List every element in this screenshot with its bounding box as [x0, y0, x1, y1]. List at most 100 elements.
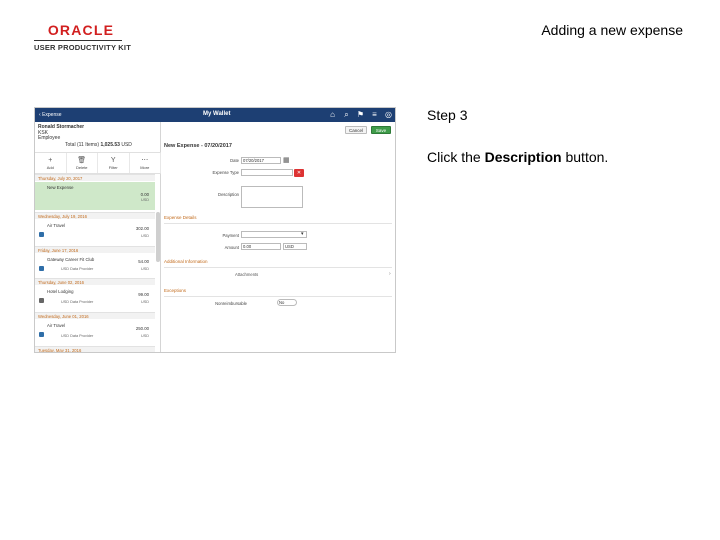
- save-button[interactable]: Save: [371, 126, 391, 134]
- nonreimbursable-label: Nonreimbursable: [215, 301, 247, 306]
- form-title: New Expense - 07/20/2017: [164, 143, 232, 149]
- additional-info-header[interactable]: Additional Information: [164, 259, 208, 264]
- list-item[interactable]: Hotel Lodging 99.00 USD USD Data Provide…: [35, 286, 155, 312]
- filter-label: Filter: [108, 165, 118, 170]
- amount-field[interactable]: 0.00: [241, 243, 281, 250]
- more-label: More: [140, 165, 150, 170]
- app-title: My Wallet: [203, 111, 231, 117]
- calendar-icon[interactable]: ▦: [283, 156, 290, 164]
- description-field[interactable]: [241, 186, 303, 208]
- more-button[interactable]: ⋯ More: [130, 153, 161, 173]
- back-label: Expense: [42, 112, 62, 118]
- hotel-icon: [39, 298, 44, 303]
- trash-icon: 🗑: [77, 157, 87, 164]
- upk-product-name: USER PRODUCTIVITY KIT: [34, 43, 131, 52]
- instruction-target: Description: [484, 149, 562, 165]
- date-header[interactable]: Tuesday, May 31, 2016: [35, 346, 155, 352]
- date-header[interactable]: Thursday, June 02, 2016: [35, 278, 155, 285]
- list-item-selected[interactable]: New Expense 0.00 USD: [35, 182, 155, 210]
- wallet-total: Total (11 Items) 1,025.53 USD: [65, 142, 132, 148]
- add-label: Add: [46, 165, 54, 170]
- filter-button[interactable]: Y Filter: [98, 153, 130, 173]
- home-icon[interactable]: ⌂: [328, 110, 337, 119]
- item-currency: USD: [140, 267, 149, 271]
- date-header[interactable]: Friday, June 17, 2016: [35, 246, 155, 253]
- compass-icon[interactable]: ◎: [384, 110, 393, 119]
- receipt-icon: [39, 232, 44, 237]
- app-screenshot: ‹ Expense My Wallet ⌂ ⌕ ⚑ ≡ ◎ Ronald Sto…: [34, 107, 396, 353]
- back-button[interactable]: ‹ Expense: [39, 112, 62, 118]
- list-item[interactable]: Air Travel 302.00 USD: [35, 220, 155, 246]
- expense-list-panel: Ronald Stormacher KSK Employee Total (11…: [35, 122, 161, 352]
- item-source: USD Data Provider: [61, 300, 94, 304]
- item-currency: USD: [140, 234, 149, 238]
- nonreimbursable-toggle[interactable]: No: [277, 299, 297, 306]
- item-amount: 302.00: [135, 226, 149, 231]
- item-amount: 54.00: [138, 259, 149, 264]
- delete-button[interactable]: 🗑 Delete: [67, 153, 98, 173]
- logo-divider: [34, 40, 122, 41]
- attachments-label[interactable]: Attachments: [235, 272, 258, 277]
- expense-type-field[interactable]: [241, 169, 293, 176]
- search-icon[interactable]: ⌕: [342, 110, 351, 119]
- top-icons: ⌂ ⌕ ⚑ ≡ ◎: [328, 110, 393, 119]
- date-header[interactable]: Wednesday, July 19, 2016: [35, 212, 155, 219]
- instruction-after: button.: [561, 149, 609, 165]
- section-divider: [164, 296, 392, 297]
- date-field[interactable]: 07/20/2017: [241, 157, 281, 164]
- item-amount: 0.00: [140, 192, 149, 197]
- item-source: USD Data Provider: [61, 334, 94, 338]
- section-divider: [164, 223, 392, 224]
- app-top-bar: ‹ Expense My Wallet ⌂ ⌕ ⚑ ≡ ◎: [35, 108, 395, 122]
- amount-label: Amount: [224, 245, 239, 250]
- expense-form-panel: Cancel Save New Expense - 07/20/2017 Dat…: [161, 122, 395, 352]
- chevron-down-icon: ▾: [301, 231, 304, 237]
- date-header[interactable]: Thursday, July 20, 2017: [35, 174, 155, 181]
- list-item[interactable]: Gateway Career Fit Club 54.00 USD USD Da…: [35, 254, 155, 278]
- item-name: Air Travel: [47, 223, 66, 228]
- menu-icon[interactable]: ≡: [370, 110, 379, 119]
- delete-label: Delete: [75, 165, 88, 170]
- add-icon: +: [48, 157, 53, 164]
- cancel-button[interactable]: Cancel: [345, 126, 367, 134]
- item-name: Gateway Career Fit Club: [47, 257, 95, 262]
- item-amount: 250.00: [135, 326, 149, 331]
- oracle-upk-logo: ORACLE USER PRODUCTIVITY KIT: [34, 22, 131, 52]
- expense-type-label: Expense Type: [212, 170, 239, 175]
- list-toolbar: + Add 🗑 Delete Y Filter ⋯ More: [35, 152, 161, 174]
- description-label: Description: [218, 192, 239, 197]
- item-name: Air Travel: [47, 323, 66, 328]
- section-divider: [164, 267, 392, 268]
- description-button[interactable]: ✕: [294, 169, 304, 177]
- step-instruction: Click the Description button.: [427, 149, 608, 165]
- item-currency: USD: [140, 300, 149, 304]
- list-scrollbar[interactable]: [156, 212, 160, 262]
- payment-select[interactable]: [241, 231, 307, 238]
- total-label: Total (11 Items): [65, 142, 100, 148]
- flag-icon[interactable]: ⚑: [356, 110, 365, 119]
- more-icon: ⋯: [141, 157, 149, 164]
- add-button[interactable]: + Add: [35, 153, 67, 173]
- instruction-before: Click the: [427, 149, 485, 165]
- item-source: USD Data Provider: [61, 267, 94, 271]
- slide-title: Adding a new expense: [541, 22, 683, 38]
- expense-details-header[interactable]: Expense Details: [164, 215, 197, 220]
- payment-label: Payment: [222, 233, 239, 238]
- chevron-right-icon[interactable]: ›: [389, 271, 391, 277]
- user-info: Ronald Stormacher KSK Employee: [38, 124, 84, 142]
- date-header[interactable]: Wednesday, June 01, 2016: [35, 312, 155, 319]
- oracle-wordmark: ORACLE: [47, 22, 115, 38]
- date-label: Date: [230, 158, 239, 163]
- card-icon: [39, 266, 44, 271]
- total-value: 1,025.53: [100, 142, 120, 148]
- currency-field[interactable]: USD: [283, 243, 307, 250]
- exceptions-header[interactable]: Exceptions: [164, 288, 186, 293]
- step-label: Step 3: [427, 107, 468, 123]
- item-currency: USD: [140, 198, 149, 202]
- item-name: New Expense: [47, 185, 74, 190]
- item-amount: 99.00: [138, 292, 149, 297]
- receipt-icon: [39, 332, 44, 337]
- list-item[interactable]: Air Travel 250.00 USD USD Data Provider: [35, 320, 155, 346]
- filter-icon: Y: [110, 157, 116, 164]
- total-currency: USD: [121, 142, 132, 148]
